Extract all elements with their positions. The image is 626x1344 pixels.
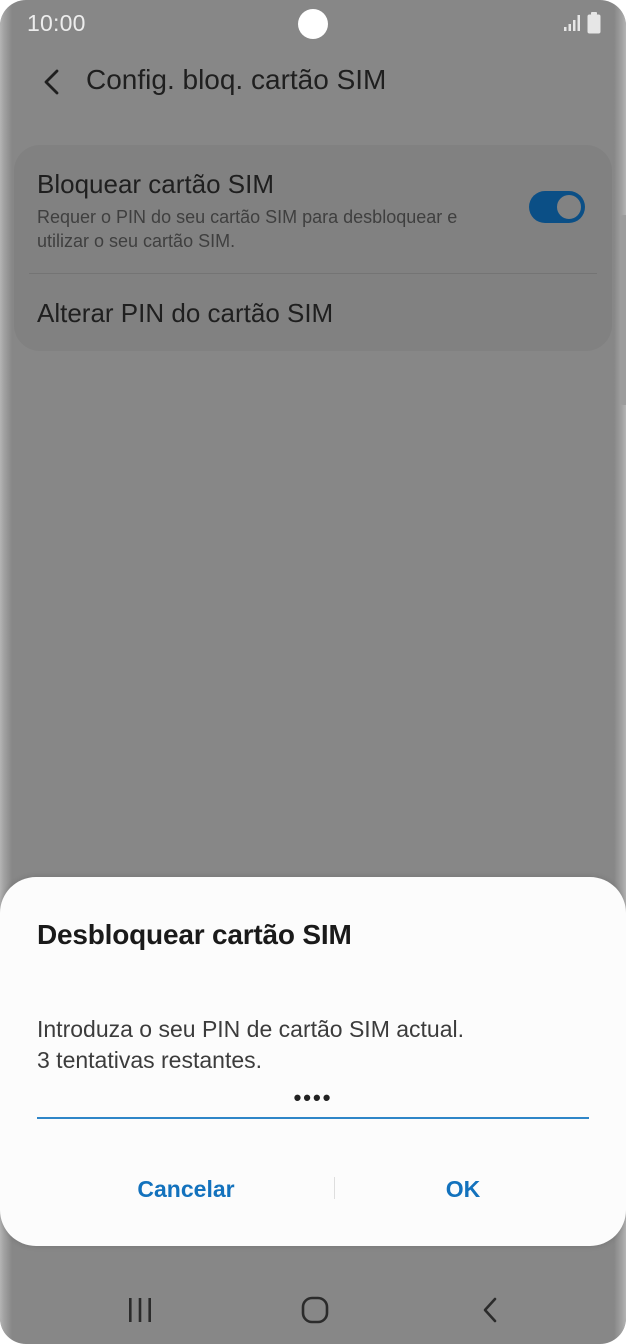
lock-sim-card-row[interactable]: Bloquear cartão SIM Requer o PIN do seu …	[14, 145, 612, 273]
recent-apps-icon	[129, 1298, 151, 1322]
dialog-message-line-1: Introduza o seu PIN de cartão SIM actual…	[37, 1016, 465, 1042]
back-button[interactable]	[32, 62, 72, 102]
dialog-title: Desbloquear cartão SIM	[37, 919, 352, 950]
ok-button[interactable]: OK	[313, 1165, 613, 1213]
signal-icon	[564, 15, 580, 31]
recent-apps-button[interactable]	[110, 1290, 170, 1330]
side-scroll-indicator	[620, 215, 626, 405]
home-icon	[301, 1296, 329, 1324]
status-bar: 10:00	[0, 0, 626, 48]
back-icon	[483, 1297, 497, 1323]
back-arrow-icon	[44, 69, 59, 95]
unlock-sim-dialog: Desbloquear cartão SIM Introduza o seu P…	[0, 877, 626, 1246]
dialog-message-line-2: 3 tentativas restantes.	[37, 1047, 263, 1073]
change-pin-label: Alterar PIN do cartão SIM	[37, 298, 334, 328]
dialog-message: Introduza o seu PIN de cartão SIM actual…	[37, 1014, 464, 1076]
page-title: Config. bloq. cartão SIM	[86, 64, 387, 95]
lock-sim-toggle[interactable]	[529, 191, 585, 223]
lock-sim-title: Bloquear cartão SIM	[37, 169, 275, 199]
home-button[interactable]	[285, 1290, 345, 1330]
navigation-bar	[0, 1270, 626, 1344]
phone-screen: 10:00 Config. bloq. cartão SIM Bloquear …	[0, 0, 626, 1344]
front-camera	[298, 9, 328, 39]
lock-sim-description: Requer o PIN do seu cartão SIM para desb…	[37, 207, 458, 251]
status-time: 10:00	[27, 10, 86, 36]
pin-input[interactable]	[37, 1079, 589, 1119]
settings-card: Bloquear cartão SIM Requer o PIN do seu …	[14, 145, 612, 351]
battery-icon	[587, 12, 601, 34]
toggle-knob	[555, 193, 583, 221]
nav-back-button[interactable]	[460, 1290, 520, 1330]
cancel-button[interactable]: Cancelar	[36, 1165, 336, 1213]
